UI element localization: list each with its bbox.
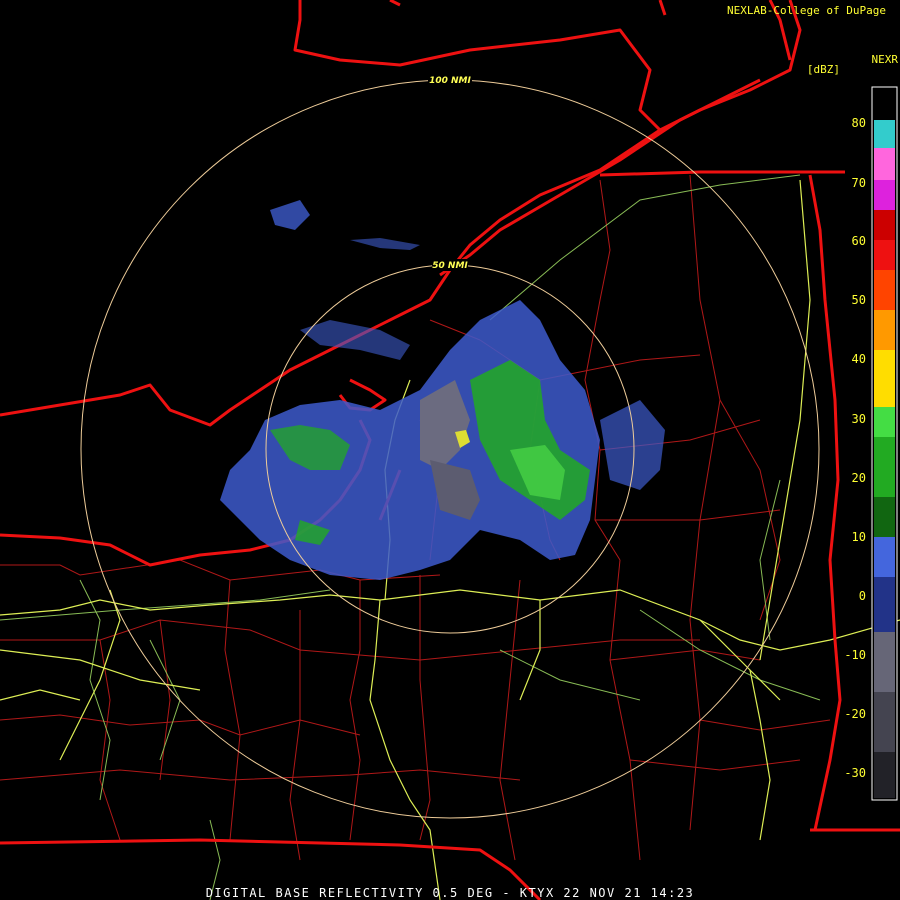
- radar-echoes: [220, 200, 665, 580]
- range-ring-100-label: 100 NMI: [429, 76, 471, 86]
- legend-tick: 40: [852, 352, 866, 366]
- units-label: [dBZ]: [806, 63, 840, 76]
- legend-tick: 10: [852, 530, 866, 544]
- legend-tick: -30: [844, 766, 866, 780]
- range-ring-50-label: 50 NMI: [432, 261, 468, 271]
- product-label: NEXR: [871, 53, 899, 66]
- credit-label: NEXLAB-College of DuPage: [727, 4, 886, 17]
- legend-tick: 20: [852, 471, 866, 485]
- legend-ticks: 80 70 60 50 40 30 20 10 0 -10 -20 -30: [844, 116, 866, 780]
- dbz-legend: [871, 86, 898, 801]
- legend-tick: -20: [844, 707, 866, 721]
- radar-map: 100 NMI 50 NMI 80 70 60 50 40 30 20 10 0…: [0, 0, 900, 900]
- legend-tick: 50: [852, 293, 866, 307]
- legend-tick: 0: [859, 589, 866, 603]
- caption: DIGITAL BASE REFLECTIVITY 0.5 DEG - KTYX…: [205, 886, 695, 900]
- legend-tick: 80: [852, 116, 866, 130]
- legend-tick: 30: [852, 412, 866, 426]
- legend-tick: 70: [852, 176, 866, 190]
- legend-tick: -10: [844, 648, 866, 662]
- legend-tick: 60: [852, 234, 866, 248]
